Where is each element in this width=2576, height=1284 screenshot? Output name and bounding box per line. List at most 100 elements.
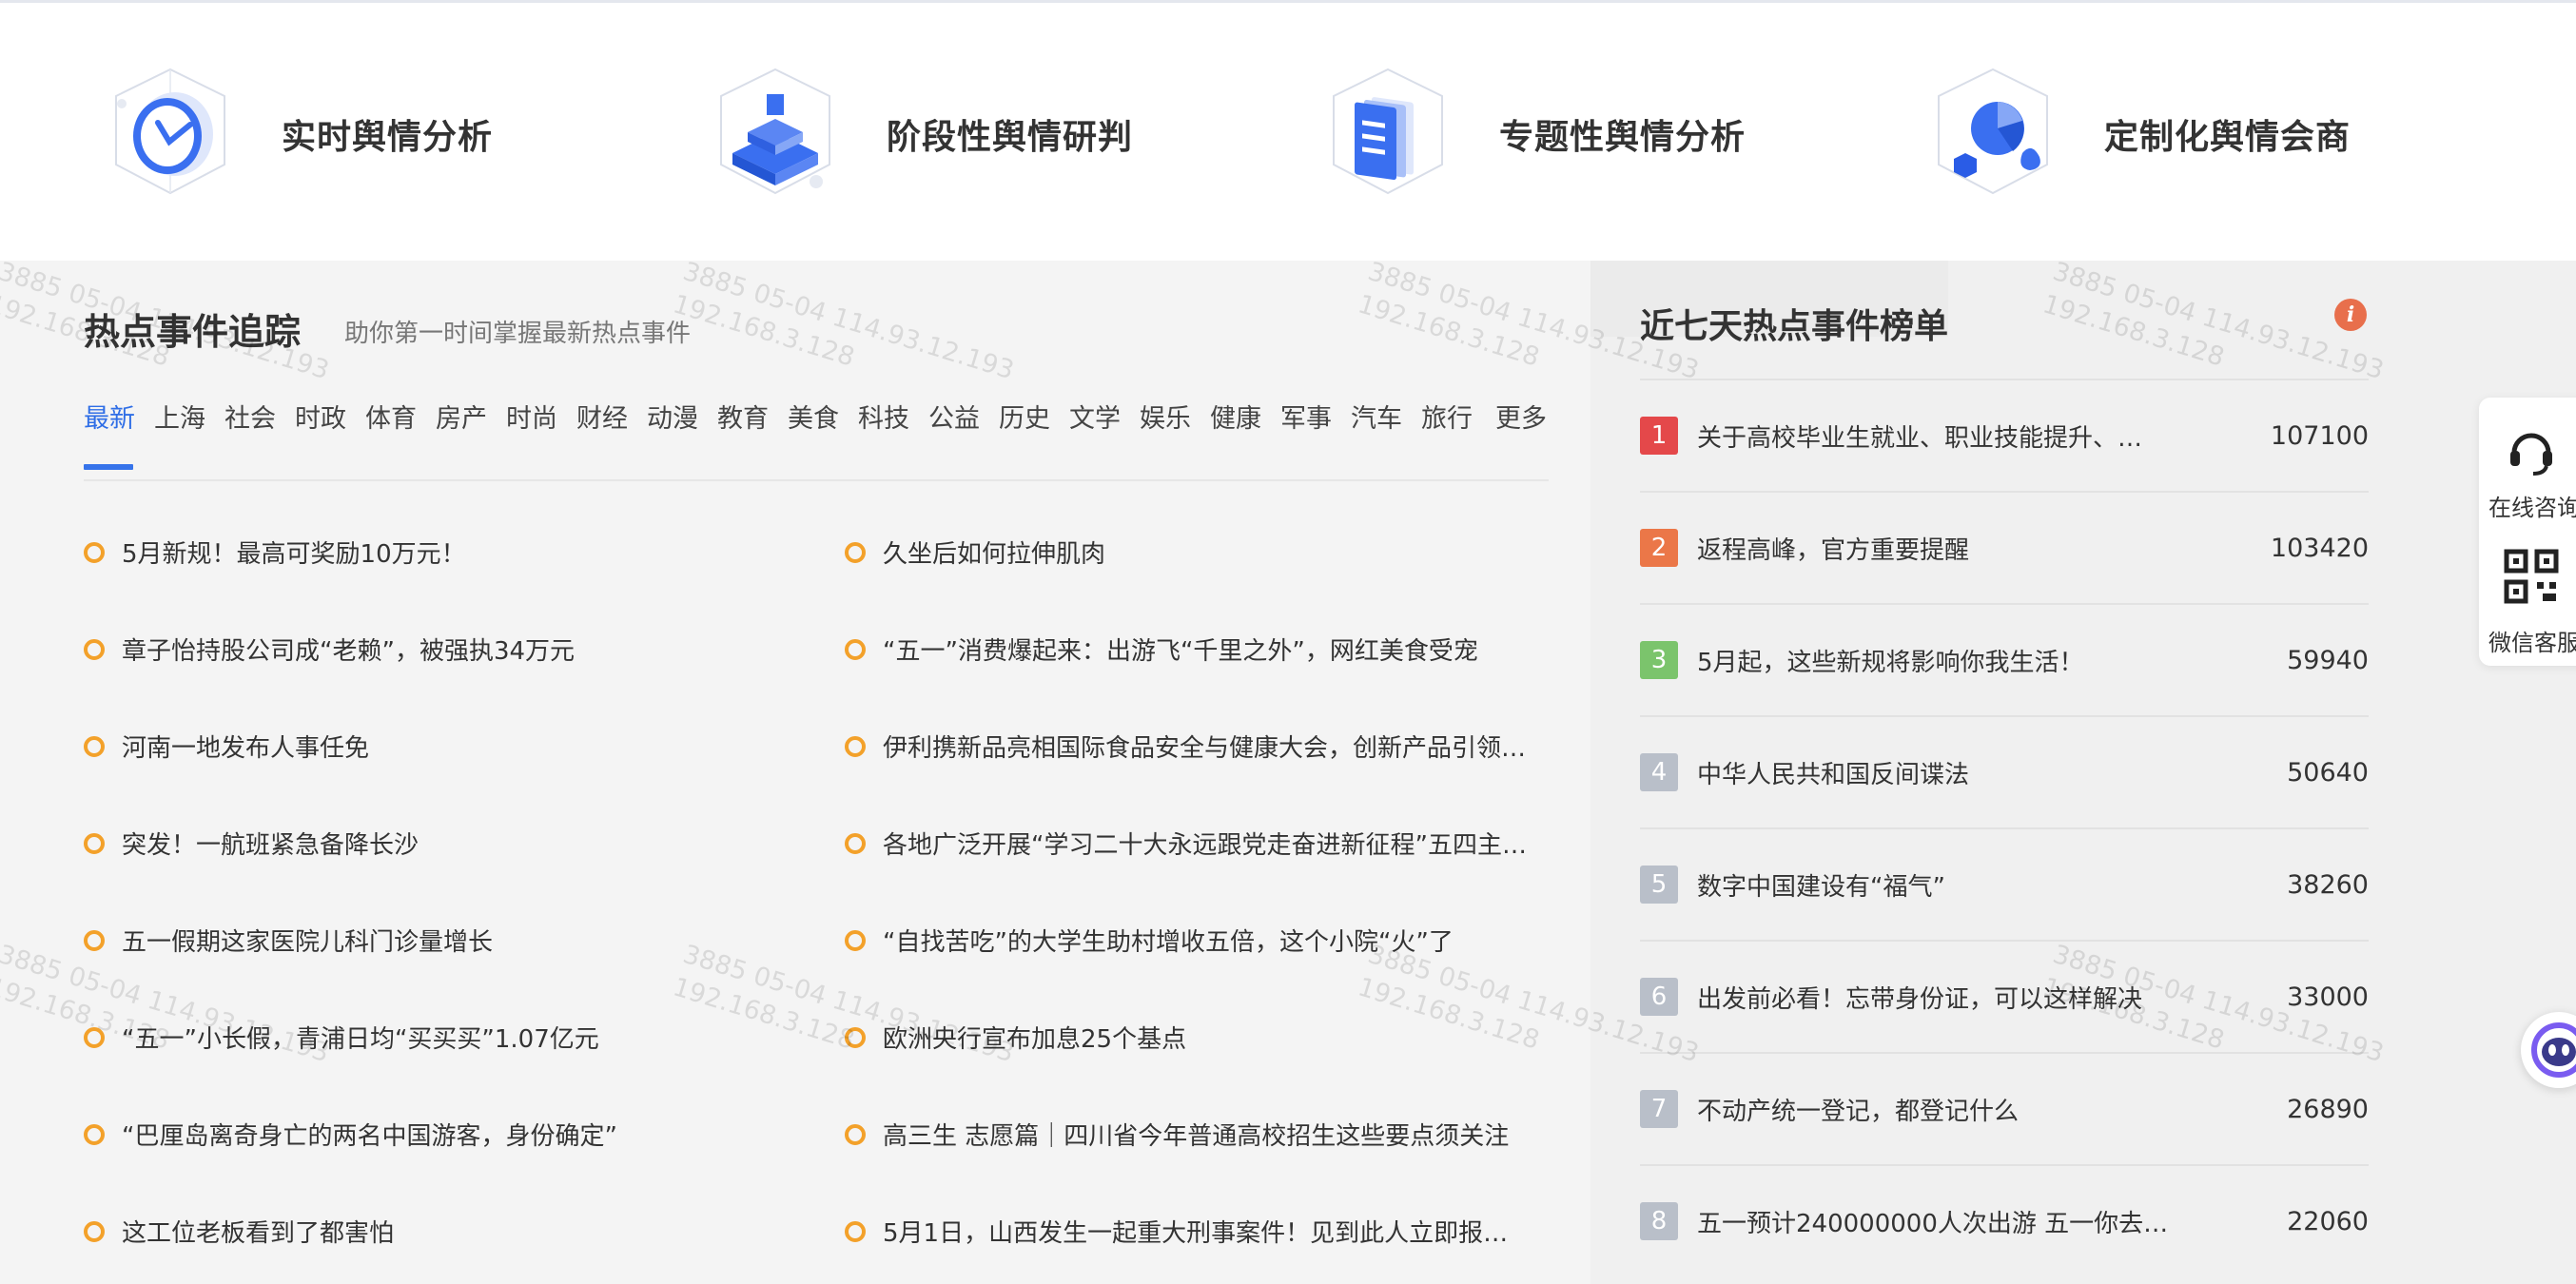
news-item[interactable]: 伊利携新品亮相国际食品安全与健康大会，创新产品引领… (845, 729, 1530, 764)
bullet-icon (845, 638, 866, 660)
service-label: 定制化舆情会商 (2104, 118, 2352, 157)
service-label: 实时舆情分析 (282, 118, 494, 157)
rank-badge: 3 (1640, 641, 1678, 679)
section-title: 热点事件追踪 (84, 311, 302, 353)
news-item[interactable]: 河南一地发布人事任免 (84, 729, 826, 764)
rank-badge: 8 (1640, 1202, 1678, 1240)
tab-health[interactable]: 健康 (1210, 398, 1261, 435)
ranking-title-text: 返程高峰，官方重要提醒 (1697, 535, 1970, 565)
ranking-row[interactable]: 2 返程高峰，官方重要提醒 103420 (1640, 519, 2369, 576)
online-consult-label[interactable]: 在线咨询 (2488, 489, 2576, 522)
divider (1640, 603, 2369, 605)
tab-sports[interactable]: 体育 (365, 398, 417, 435)
ranking-row[interactable]: 5 数字中国建设有“福气” 38260 (1640, 856, 2369, 913)
ranking-count: 59940 (2287, 645, 2369, 675)
tab-anime[interactable]: 动漫 (647, 398, 698, 435)
ranking-count: 50640 (2287, 757, 2369, 788)
bullet-icon (845, 832, 866, 854)
clock-cube-icon (99, 58, 242, 210)
tab-entertainment[interactable]: 娱乐 (1140, 398, 1191, 435)
rank-badge: 7 (1640, 1090, 1678, 1128)
bullet-icon (84, 638, 105, 660)
bullet-icon (845, 1220, 866, 1242)
news-item[interactable]: “五一”消费爆起来：出游飞“千里之外”，网红美食受宠 (845, 632, 1530, 667)
ranking-row[interactable]: 4 中华人民共和国反间谍法 50640 (1640, 744, 2369, 801)
info-icon[interactable]: i (2334, 299, 2367, 331)
ranking-count: 33000 (2287, 982, 2369, 1012)
ranking-row[interactable]: 6 出发前必看！忘带身份证，可以这样解决 33000 (1640, 968, 2369, 1025)
news-item[interactable]: 五一假期这家医院儿科门诊量增长 (84, 923, 826, 958)
service-realtime-analysis[interactable]: 实时舆情分析 (99, 58, 493, 210)
ranking-title-text: 数字中国建设有“福气” (1697, 872, 1945, 902)
news-item[interactable]: 这工位老板看到了都害怕 (84, 1214, 826, 1249)
tab-society[interactable]: 社会 (224, 398, 276, 435)
bullet-icon (845, 1026, 866, 1048)
bullet-icon (84, 1220, 105, 1242)
tab-latest[interactable]: 最新 (84, 398, 135, 435)
ranking-panel: 近七天热点事件榜单 i 1 关于高校毕业生就业、职业技能提升、… 107100 … (1590, 261, 2576, 1284)
bullet-icon (84, 929, 105, 951)
news-item[interactable]: 5月1日，山西发生一起重大刑事案件！见到此人立即报警！ (845, 1214, 1530, 1249)
tab-history[interactable]: 历史 (999, 398, 1050, 435)
service-label: 阶段性舆情研判 (887, 118, 1134, 157)
service-custom-consult[interactable]: 定制化舆情会商 (1922, 58, 2351, 210)
news-item[interactable]: 各地广泛开展“学习二十大永远跟党走奋进新征程”五四主… (845, 826, 1530, 861)
tab-food[interactable]: 美食 (788, 398, 839, 435)
bullet-icon (84, 541, 105, 563)
news-item[interactable]: 章子怡持股公司成“老赖”，被强执34万元 (84, 632, 826, 667)
active-tab-indicator (84, 464, 133, 470)
tab-shanghai[interactable]: 上海 (154, 398, 205, 435)
ranking-title-text: 中华人民共和国反间谍法 (1697, 760, 1970, 789)
wechat-service-label[interactable]: 微信客服 (2488, 624, 2576, 657)
ranking-count: 103420 (2270, 533, 2369, 563)
tab-finance[interactable]: 财经 (576, 398, 628, 435)
bullet-icon (84, 832, 105, 854)
news-item[interactable]: “自找苦吃”的大学生助村增收五倍，这个小院“火”了 (845, 923, 1530, 958)
headset-icon[interactable] (2479, 420, 2576, 481)
ranking-title-text: 出发前必看！忘带身份证，可以这样解决 (1697, 984, 2143, 1014)
divider (1640, 940, 2369, 942)
news-item[interactable]: 高三生 志愿篇｜四川省今年普通高校招生这些要点须关注 (845, 1117, 1530, 1152)
rank-badge: 1 (1640, 417, 1678, 455)
rank-badge: 2 (1640, 529, 1678, 567)
news-item[interactable]: 5月新规！最高可奖励10万元！ (84, 535, 826, 570)
chatbot-icon[interactable] (2521, 1012, 2576, 1088)
tab-politics[interactable]: 时政 (295, 398, 346, 435)
divider (1640, 827, 2369, 829)
tab-charity[interactable]: 公益 (928, 398, 980, 435)
tab-realestate[interactable]: 房产 (436, 398, 487, 435)
bullet-icon (845, 1123, 866, 1145)
news-item[interactable]: 久坐后如何拉伸肌肉 (845, 535, 1530, 570)
tab-education[interactable]: 教育 (717, 398, 769, 435)
divider (1640, 491, 2369, 493)
ranking-title-text: 五一预计240000000人次出游 五一你去… (1697, 1209, 2169, 1238)
news-item[interactable]: 突发！一航班紧急备降长沙 (84, 826, 826, 861)
tab-fashion[interactable]: 时尚 (506, 398, 557, 435)
tab-travel[interactable]: 旅行 (1421, 398, 1473, 435)
tab-literature[interactable]: 文学 (1069, 398, 1121, 435)
service-periodic-research[interactable]: 阶段性舆情研判 (704, 58, 1133, 210)
service-label: 专题性舆情分析 (1499, 118, 1747, 157)
ranking-count: 26890 (2287, 1094, 2369, 1124)
bullet-icon (84, 1123, 105, 1145)
section-subtitle: 助你第一时间掌握最新热点事件 (344, 320, 692, 348)
tab-more[interactable]: 更多 (1495, 398, 1547, 435)
news-item[interactable]: “五一”小长假，青浦日均“买买买”1.07亿元 (84, 1020, 826, 1055)
ranking-row[interactable]: 1 关于高校毕业生就业、职业技能提升、… 107100 (1640, 407, 2369, 464)
bullet-icon (845, 929, 866, 951)
pie-chart-cube-icon (1922, 58, 2064, 210)
tab-tech[interactable]: 科技 (858, 398, 909, 435)
news-item[interactable]: 欧洲央行宣布加息25个基点 (845, 1020, 1530, 1055)
ranking-title-text: 关于高校毕业生就业、职业技能提升、… (1697, 423, 2143, 453)
service-topic-analysis[interactable]: 专题性舆情分析 (1317, 58, 1746, 210)
ranking-row[interactable]: 7 不动产统一登记，都登记什么 26890 (1640, 1080, 2369, 1138)
ranking-row[interactable]: 3 5月起，这些新规将影响你我生活！ 59940 (1640, 632, 2369, 689)
pyramid-cube-icon (704, 58, 847, 210)
ranking-row[interactable]: 8 五一预计240000000人次出游 五一你去… 22060 (1640, 1193, 2369, 1250)
tab-military[interactable]: 军事 (1280, 398, 1332, 435)
qrcode-icon[interactable] (2479, 548, 2576, 609)
side-service-widget: 在线咨询 微信客服 (2479, 398, 2576, 666)
news-item[interactable]: “巴厘岛离奇身亡的两名中国游客，身份确定” (84, 1117, 826, 1152)
tab-auto[interactable]: 汽车 (1351, 398, 1402, 435)
ranking-count: 22060 (2287, 1206, 2369, 1236)
